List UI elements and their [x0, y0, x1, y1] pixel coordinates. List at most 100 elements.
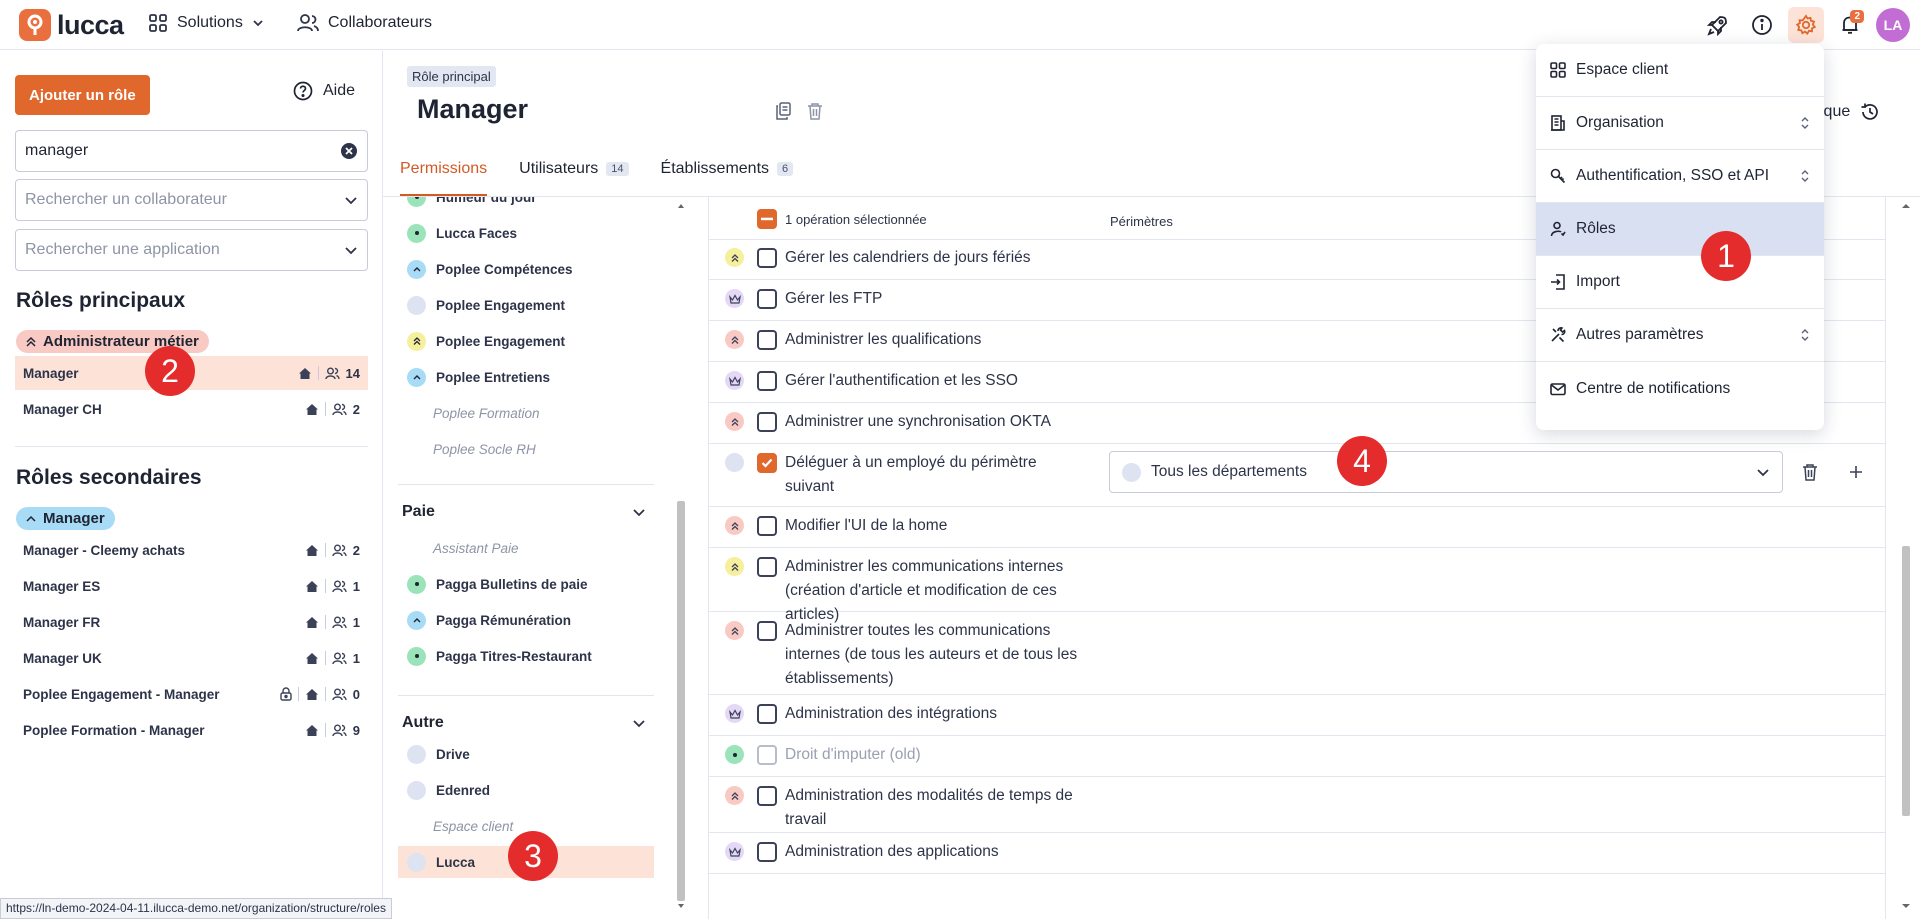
application-search-select[interactable]: Rechercher une application	[15, 229, 368, 271]
expand-chevrons-icon	[1800, 116, 1810, 130]
operation-label: Droit d'imputer (old)	[785, 746, 921, 763]
application-item[interactable]: Drive	[398, 738, 654, 770]
application-item[interactable]: Pagga Bulletins de paie	[398, 568, 654, 600]
home-icon	[305, 652, 319, 665]
operation-row: Droit d'imputer (old)	[709, 736, 1885, 777]
role-item[interactable]: Manager ES 1	[15, 569, 368, 603]
clear-search-icon[interactable]	[340, 142, 358, 160]
applications-scrollbar[interactable]	[676, 201, 686, 911]
tab-utilisateurs[interactable]: Utilisateurs 14	[519, 160, 629, 196]
operation-checkbox[interactable]	[757, 704, 777, 724]
notifications-bell-icon[interactable]: 2	[1832, 7, 1868, 43]
operation-checkbox[interactable]	[757, 745, 777, 765]
group-paie[interactable]: Paie	[398, 503, 654, 521]
application-item[interactable]: Humeur du jour	[398, 197, 654, 213]
perimeter-select[interactable]: Tous les départements	[1109, 451, 1783, 493]
operation-checkbox[interactable]	[757, 289, 777, 309]
operation-checkbox[interactable]	[757, 557, 777, 577]
history-icon	[1860, 102, 1880, 122]
delete-perimeter-icon[interactable]	[1802, 463, 1818, 481]
lucca-logo[interactable]: lucca	[19, 9, 124, 41]
role-item[interactable]: Poplee Engagement - Manager 0	[15, 677, 368, 711]
application-name: Poplee Entretiens	[436, 369, 551, 385]
menu-item-autres-parametres[interactable]: Autres paramètres	[1536, 309, 1824, 362]
menu-label: Espace client	[1576, 61, 1669, 78]
duplicate-icon[interactable]	[775, 102, 792, 120]
import-icon	[1550, 274, 1566, 290]
info-icon[interactable]	[1744, 7, 1780, 43]
application-item[interactable]: Lucca Faces	[398, 217, 654, 249]
application-item[interactable]: Poplee Formation	[398, 397, 654, 429]
select-all-checkbox[interactable]	[757, 209, 777, 229]
role-item[interactable]: Manager UK 1	[15, 641, 368, 675]
application-item[interactable]: Poplee Socle RH	[398, 433, 654, 465]
user-role-icon	[1550, 221, 1566, 237]
menu-label: Organisation	[1576, 114, 1664, 131]
application-item[interactable]: Assistant Paie	[398, 532, 654, 564]
collaborateurs-link[interactable]: Collaborateurs	[297, 13, 432, 33]
operation-label: Gérer l'authentification et les SSO	[785, 372, 1018, 389]
application-item[interactable]: Poplee Engagement	[398, 325, 654, 357]
home-icon	[305, 616, 319, 629]
page-scrollbar[interactable]	[1900, 201, 1912, 911]
application-item[interactable]: Poplee Entretiens	[398, 361, 654, 393]
menu-item-authentification[interactable]: Authentification, SSO et API	[1536, 150, 1824, 203]
rocket-icon[interactable]	[1700, 7, 1736, 43]
operation-checkbox[interactable]	[757, 786, 777, 806]
chevron-down-icon	[252, 17, 264, 29]
operation-checkbox[interactable]	[757, 330, 777, 350]
history-link[interactable]: ique	[1820, 102, 1880, 122]
help-button[interactable]: Aide	[293, 81, 355, 101]
role-item[interactable]: Poplee Formation - Manager 9	[15, 713, 368, 747]
operation-checkbox[interactable]	[757, 371, 777, 391]
users-icon	[332, 688, 347, 701]
tab-etablissements[interactable]: Établissements 6	[661, 160, 794, 196]
application-item[interactable]: Poplee Compétences	[398, 253, 654, 285]
operation-label: Modifier l'UI de la home	[785, 517, 948, 534]
application-name: Espace client	[433, 818, 514, 834]
expand-chevrons-icon	[1800, 169, 1810, 183]
application-item[interactable]: Pagga Titres-Restaurant	[398, 640, 654, 672]
delete-trash-icon[interactable]	[807, 102, 823, 120]
step-marker-1: 1	[1701, 231, 1751, 281]
operation-checkbox[interactable]	[757, 516, 777, 536]
operation-checkbox[interactable]	[757, 842, 777, 862]
solutions-menu[interactable]: Solutions	[148, 13, 264, 33]
role-item[interactable]: Manager FR 1	[15, 605, 368, 639]
operation-checkbox[interactable]	[757, 453, 777, 473]
double-chevron-up-icon	[26, 336, 36, 348]
group-autre[interactable]: Autre	[398, 714, 654, 732]
menu-item-import[interactable]: Import	[1536, 256, 1824, 309]
app-level-icon	[407, 646, 426, 666]
home-icon	[305, 580, 319, 593]
user-avatar[interactable]: LA	[1876, 8, 1910, 42]
application-item[interactable]: Pagga Rémunération	[398, 604, 654, 636]
role-search-value: manager	[25, 142, 89, 159]
menu-item-roles[interactable]: Rôles	[1536, 203, 1824, 256]
add-perimeter-icon[interactable]	[1849, 465, 1863, 479]
role-item[interactable]: Manager - Cleemy achats 2	[15, 533, 368, 567]
role-search-input[interactable]: manager	[15, 130, 368, 172]
primary-role-badge: Rôle principal	[407, 66, 496, 87]
role-item-manager-ch[interactable]: Manager CH 2	[15, 392, 368, 426]
settings-gear-icon[interactable]	[1788, 7, 1824, 43]
users-icon	[332, 580, 347, 593]
perimeter-header: Périmètres	[1110, 214, 1173, 229]
app-level-icon	[407, 331, 426, 351]
tab-permissions[interactable]: Permissions	[400, 160, 488, 196]
grid-icon	[148, 13, 168, 33]
solutions-label: Solutions	[177, 14, 243, 31]
operation-checkbox[interactable]	[757, 412, 777, 432]
tab-label: Permissions	[400, 160, 488, 177]
add-role-button[interactable]: Ajouter un rôle	[15, 75, 150, 115]
application-item[interactable]: Poplee Engagement	[398, 289, 654, 321]
users-icon	[332, 652, 347, 665]
menu-item-organisation[interactable]: Organisation	[1536, 97, 1824, 150]
operation-checkbox[interactable]	[757, 621, 777, 641]
menu-item-centre-notifications[interactable]: Centre de notifications	[1536, 362, 1824, 415]
menu-item-espace-client[interactable]: Espace client	[1536, 44, 1824, 97]
users-icon	[332, 544, 347, 557]
application-item[interactable]: Edenred	[398, 774, 654, 806]
operation-checkbox[interactable]	[757, 248, 777, 268]
collaborator-search-select[interactable]: Rechercher un collaborateur	[15, 179, 368, 221]
